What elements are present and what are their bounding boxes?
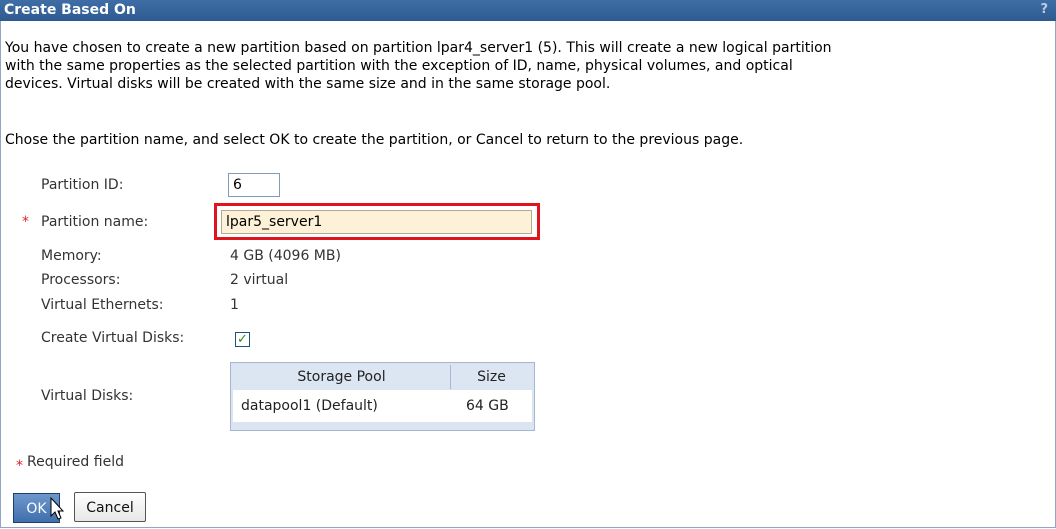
partition-name-label: Partition name: bbox=[41, 214, 149, 230]
column-header-size[interactable]: Size bbox=[451, 365, 532, 389]
virtual-ethernets-label: Virtual Ethernets: bbox=[41, 297, 164, 313]
create-virtual-disks-checkbox[interactable]: ✓ bbox=[235, 332, 250, 347]
required-note-marker: * bbox=[16, 458, 23, 474]
size-cell: 64 GB bbox=[466, 398, 509, 414]
create-virtual-disks-label: Create Virtual Disks: bbox=[41, 330, 185, 346]
column-header-storage-pool[interactable]: Storage Pool bbox=[233, 365, 451, 389]
intro-line-1: You have chosen to create a new partitio… bbox=[5, 40, 832, 56]
cancel-button[interactable]: Cancel bbox=[74, 492, 146, 522]
memory-label: Memory: bbox=[41, 248, 102, 264]
memory-value: 4 GB (4096 MB) bbox=[230, 248, 341, 264]
processors-label: Processors: bbox=[41, 272, 121, 288]
instruction-text: Chose the partition name, and select OK … bbox=[5, 132, 744, 148]
mouse-pointer-icon bbox=[50, 497, 64, 520]
title-bar: Create Based On ? bbox=[0, 0, 1056, 21]
virtual-disks-label: Virtual Disks: bbox=[41, 388, 134, 404]
highlight-box bbox=[214, 203, 540, 240]
dialog-title: Create Based On bbox=[4, 2, 136, 18]
required-note-text: Required field bbox=[27, 454, 124, 470]
virtual-ethernets-value: 1 bbox=[230, 297, 239, 313]
storage-pool-cell: datapool1 (Default) bbox=[241, 398, 378, 414]
intro-line-2: with the same properties as the selected… bbox=[5, 58, 793, 74]
processors-value: 2 virtual bbox=[230, 272, 289, 288]
partition-id-label: Partition ID: bbox=[41, 177, 124, 193]
help-icon[interactable]: ? bbox=[1040, 2, 1048, 17]
partition-id-input[interactable] bbox=[228, 173, 280, 197]
intro-line-3: devices. Virtual disks will be created w… bbox=[5, 76, 611, 92]
required-marker: * bbox=[22, 214, 29, 230]
